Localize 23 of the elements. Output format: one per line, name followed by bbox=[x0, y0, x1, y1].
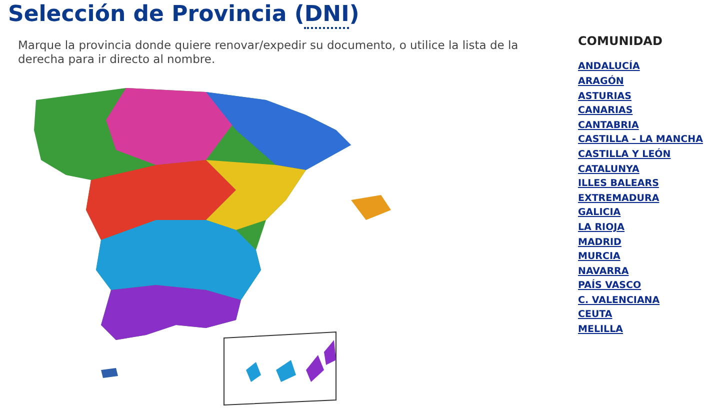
community-link[interactable]: CANARIAS bbox=[578, 104, 633, 119]
sidebar-heading: COMUNIDAD bbox=[578, 33, 664, 50]
spain-map-drawing[interactable] bbox=[34, 88, 391, 406]
community-link[interactable]: GALICIA bbox=[578, 206, 621, 221]
community-link[interactable]: ASTURIAS bbox=[578, 90, 632, 104]
community-link[interactable]: ANDALUCÍA bbox=[578, 60, 640, 75]
community-link[interactable]: MELILLA bbox=[578, 323, 623, 338]
community-link[interactable]: CANTABRIA bbox=[578, 118, 639, 134]
community-link[interactable]: CATALUNYA bbox=[578, 162, 640, 178]
page-title: Selección de Provincia (DNI) bbox=[7, 1, 360, 28]
community-link[interactable]: CASTILLA Y LEÓN bbox=[578, 148, 671, 163]
community-link[interactable]: NAVARRA bbox=[578, 264, 629, 280]
community-link[interactable]: MADRID bbox=[578, 236, 622, 250]
community-link[interactable]: LA RIOJA bbox=[578, 220, 625, 236]
community-link[interactable]: CASTILLA - LA MANCHA bbox=[578, 133, 703, 148]
community-link[interactable]: MURCIA bbox=[578, 250, 620, 265]
community-link[interactable]: ARAGÓN bbox=[578, 74, 624, 90]
community-link[interactable]: ILLES BALEARS bbox=[578, 177, 659, 192]
community-link[interactable]: C. VALENCIANA bbox=[578, 294, 660, 308]
community-link[interactable]: EXTREMADURA bbox=[578, 192, 660, 206]
community-link[interactable]: PAÍS VASCO bbox=[578, 279, 642, 294]
community-link[interactable]: CEUTA bbox=[578, 308, 612, 324]
intro-text: Marque la provincia donde quiere renovar/expedir su documento, o utilice la lista de la derecha para ir directo al nombre. bbox=[18, 38, 520, 66]
